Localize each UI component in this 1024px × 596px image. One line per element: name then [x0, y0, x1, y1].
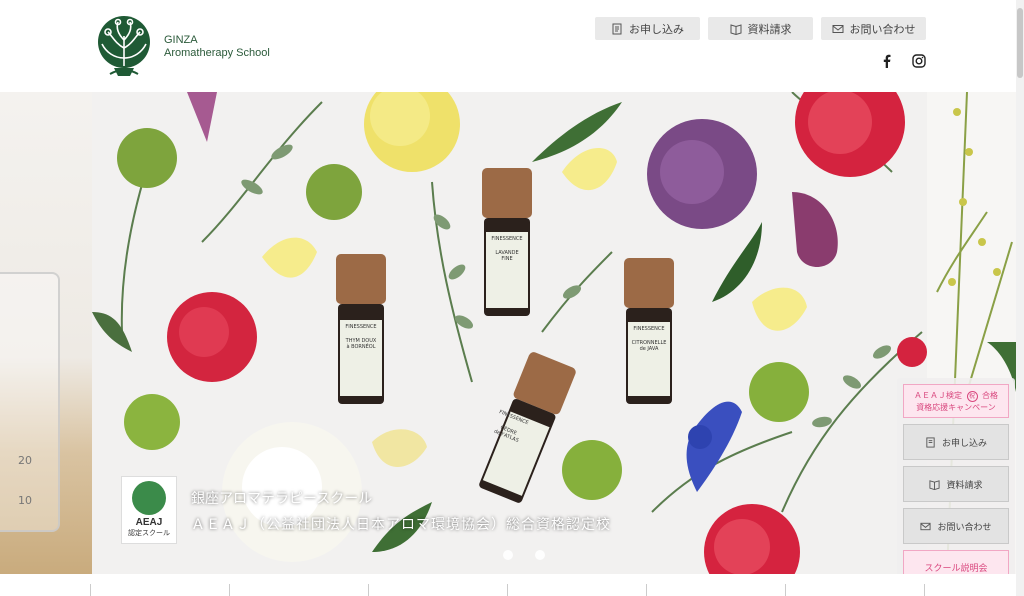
site-header: GINZA Aromatherapy School お申し込み 資料請求 お問い… — [0, 0, 1024, 92]
nav-divider — [924, 584, 925, 596]
aeaj-emblem-icon — [132, 481, 166, 515]
nav-divider — [90, 584, 91, 596]
beaker-mark-20: 20 — [18, 454, 32, 467]
side-contact-label: お問い合わせ — [937, 522, 992, 533]
aeaj-campaign-banner[interactable]: ＡＥＡＪ検定 祝 合格 資格応援キャンペーン — [903, 384, 1009, 418]
nav-divider — [368, 584, 369, 596]
beaker-image — [0, 272, 60, 532]
logo-line2: Aromatherapy School — [164, 47, 270, 59]
book-icon — [730, 23, 741, 35]
tree-logo-icon — [98, 16, 150, 76]
slider-dot[interactable] — [503, 550, 513, 560]
hero-caption-subtitle: ＡＥＡＪ（公益社団法人日本アロマ環境協会）総合資格認定校 — [191, 517, 611, 533]
school-info-label: スクール説明会 — [924, 563, 988, 574]
slider-dots — [503, 550, 545, 560]
campaign-line1: ＡＥＡＪ検定 祝 合格 — [913, 390, 999, 402]
document-icon — [612, 23, 622, 34]
facebook-icon[interactable] — [880, 53, 894, 68]
aeaj-badge: AEAJ 認定スクール — [121, 476, 177, 544]
side-apply-button[interactable]: お申し込み — [903, 424, 1009, 460]
celebration-mark: 祝 — [966, 390, 978, 402]
bottle-label-citronnelle: FINESSENCE CITRONNELLE de JAVA — [631, 326, 667, 352]
mail-icon — [920, 522, 932, 530]
aeaj-subtitle: 認定スクール — [128, 529, 170, 537]
social-links — [880, 53, 926, 68]
book-icon — [929, 479, 941, 490]
nav-divider — [507, 584, 508, 596]
hero-caption-title: 銀座アロマテラピースクール — [191, 491, 373, 507]
slider-dot[interactable] — [535, 550, 545, 560]
site-logo[interactable]: GINZA Aromatherapy School — [90, 14, 270, 80]
instagram-icon[interactable] — [912, 53, 926, 68]
side-contact-button[interactable]: お問い合わせ — [903, 508, 1009, 544]
bottle-label-lavande: FINESSENCE LAVANDE FINE — [491, 236, 523, 262]
scrollbar-thumb[interactable] — [1017, 8, 1023, 78]
aeaj-title: AEAJ — [135, 517, 163, 528]
header-buttons: お申し込み 資料請求 お問い合わせ — [595, 17, 926, 40]
nav-divider — [646, 584, 647, 596]
side-apply-label: お申し込み — [941, 438, 987, 449]
request-materials-button[interactable]: 資料請求 — [708, 17, 813, 40]
contact-button-label: お問い合わせ — [849, 22, 916, 36]
beaker-mark-10: 10 — [18, 494, 32, 507]
apply-button[interactable]: お申し込み — [595, 17, 700, 40]
global-nav-strip — [0, 574, 1016, 596]
side-float-panel: ＡＥＡＪ検定 祝 合格 資格応援キャンペーン お申し込み 資料請求 お問い合わせ… — [897, 378, 1015, 590]
nav-divider — [229, 584, 230, 596]
campaign-line2: 資格応援キャンペーン — [916, 402, 996, 412]
page-scrollbar[interactable] — [1016, 0, 1024, 596]
bottle-label-thym: FINESSENCE THYM DOUX à BORNÉOL — [345, 324, 377, 350]
side-request-label: 資料請求 — [946, 480, 983, 491]
mail-icon — [832, 24, 843, 33]
logo-text: GINZA Aromatherapy School — [164, 34, 270, 60]
side-request-button[interactable]: 資料請求 — [903, 466, 1009, 502]
contact-button[interactable]: お問い合わせ — [821, 17, 926, 40]
nav-divider — [785, 584, 786, 596]
hero-left-edge: 20 10 — [0, 92, 92, 574]
logo-line1: GINZA — [164, 34, 198, 46]
document-icon — [926, 436, 935, 448]
apply-button-label: お申し込み — [629, 22, 684, 36]
request-materials-label: 資料請求 — [747, 22, 792, 36]
